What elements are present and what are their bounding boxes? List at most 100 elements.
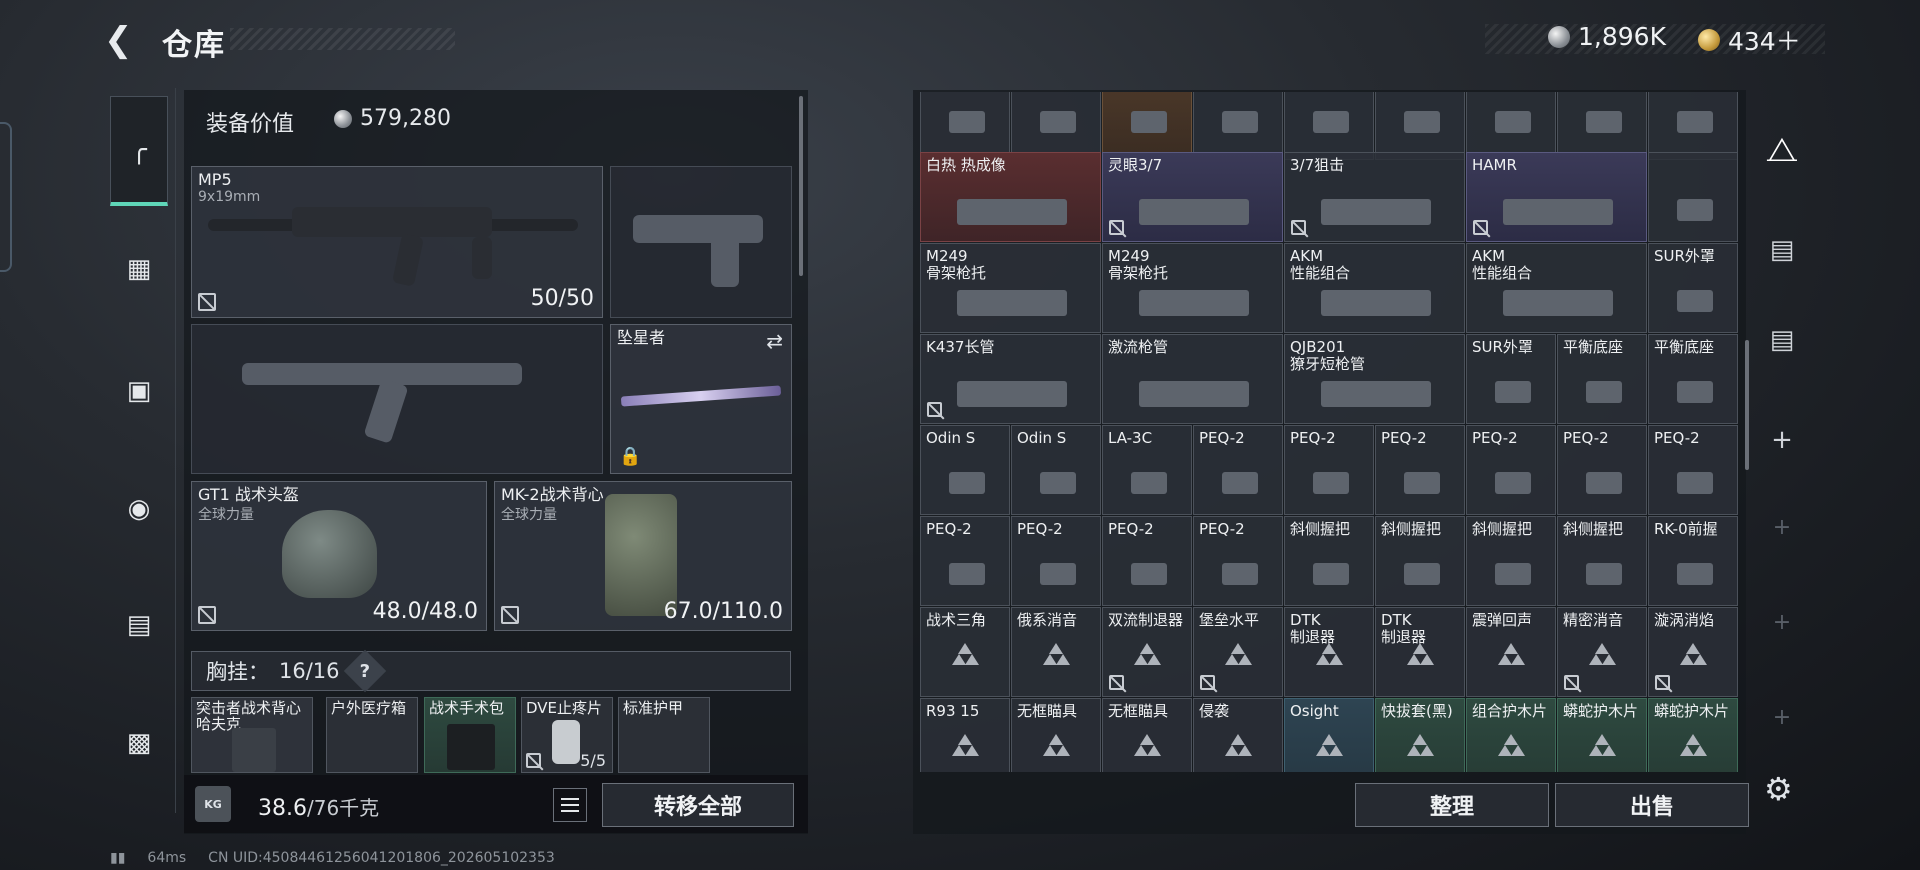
stash-item[interactable]: 俄系消音 [1011,607,1101,697]
stash-item[interactable] [1102,92,1192,160]
item-image [1130,111,1167,133]
stash-item[interactable]: 蟒蛇护木片 [1557,698,1647,772]
stash-item[interactable]: LA-3C [1102,425,1192,515]
stash-item[interactable]: AKM 性能组合 [1466,243,1647,333]
stash-scrollbar[interactable] [1745,340,1749,470]
nav-container-tab[interactable]: ▤ [110,590,168,660]
stash-item[interactable]: 3/7狙击 [1284,152,1465,242]
stash-item[interactable]: 漩涡消焰 [1648,607,1738,697]
chest-item[interactable]: 标准护甲 [618,697,710,773]
nav-helmet-tab[interactable]: ◉ [110,474,168,544]
stash-item[interactable]: 精密消音 [1557,607,1647,697]
stash-item[interactable]: 侵袭 [1193,698,1283,772]
stash-item[interactable] [1284,92,1374,160]
stash-item-name: AKM 性能组合 [1472,247,1533,282]
stash-item[interactable]: PEQ-2 [1102,516,1192,606]
back-arrow-icon[interactable]: ❮ [104,22,140,58]
stash-item[interactable]: 无框瞄具 [1011,698,1101,772]
unidentified-item-icon [1498,733,1525,756]
stash-item[interactable]: 斜侧握把 [1557,516,1647,606]
stash-item[interactable]: PEQ-2 [1284,425,1374,515]
stash-item[interactable]: Odin S [920,425,1010,515]
chest-item[interactable]: DVE止疼片 5/5 [521,697,613,773]
stash-item[interactable]: PEQ-2 [1193,516,1283,606]
stash-item[interactable]: 堡垒水平 [1193,607,1283,697]
stash-item[interactable]: 组合护木片 [1466,698,1556,772]
stash-page-4-tab[interactable]: ▤ [1752,220,1812,280]
stash-item[interactable]: HAMR [1466,152,1647,242]
chest-item[interactable]: 战术手术包 [424,697,516,773]
stash-item[interactable]: M249 骨架枪托 [920,243,1101,333]
unidentified-item-icon [1134,733,1161,756]
stash-item[interactable]: R93 15 [920,698,1010,772]
vest-slot[interactable]: MK-2战术背心 全球力量 67.0/110.0 [494,481,792,631]
sort-button[interactable]: 整理 [1355,783,1549,827]
stash-item[interactable] [1557,92,1647,160]
settings-gear-icon[interactable]: ⚙ [1764,770,1793,808]
stash-item[interactable]: 斜侧握把 [1375,516,1465,606]
stash-item[interactable]: 激流枪管 [1102,334,1283,424]
stash-item[interactable] [1648,152,1738,242]
stash-item[interactable]: QJB201 獠牙短枪管 [1284,334,1465,424]
stash-main-tab[interactable]: ⧍ [1752,120,1812,180]
uninsured-icon [1564,675,1579,690]
add-page-button[interactable]: + [1752,410,1812,470]
stash-item[interactable]: 白热 热成像 [920,152,1101,242]
secondary-weapon-slot-empty[interactable] [191,324,603,474]
stash-item[interactable]: PEQ-2 [1557,425,1647,515]
helmet-slot[interactable]: GT1 战术头盔 全球力量 48.0/48.0 [191,481,487,631]
stash-item[interactable]: 快拔套(黑) [1375,698,1465,772]
chest-item[interactable]: 突击者战术背心 哈夫克 [191,697,313,773]
stash-item[interactable]: 震弹回声 [1466,607,1556,697]
stash-item[interactable]: M249 骨架枪托 [1102,243,1283,333]
stash-item[interactable]: PEQ-2 [1466,425,1556,515]
stash-item[interactable]: RK-0前握 [1648,516,1738,606]
stash-item[interactable]: 灵眼3/7 [1102,152,1283,242]
stash-item[interactable] [1193,92,1283,160]
gold-currency[interactable]: 434＋ [1698,22,1801,58]
stash-item[interactable]: PEQ-2 [1193,425,1283,515]
stash-item[interactable]: 双流制退器 [1102,607,1192,697]
primary-weapon-slot[interactable]: MP5 9x19mm 50/50 [191,166,603,318]
melee-slot[interactable]: 坠星者 ⇄ 🔒 [610,324,792,474]
stash-item[interactable]: SUR外罩 [1466,334,1556,424]
loadout-scrollbar[interactable] [799,96,803,276]
sidearm-slot-empty[interactable] [610,166,792,318]
stash-item[interactable] [1011,92,1101,160]
stash-item[interactable]: Odin S [1011,425,1101,515]
stash-item[interactable] [1466,92,1556,160]
stash-item[interactable] [1648,92,1738,160]
stash-item[interactable]: K437长管 [920,334,1101,424]
stash-item[interactable]: 蟒蛇护木片 [1648,698,1738,772]
swap-icon[interactable]: ⇄ [766,329,783,353]
stash-item[interactable]: PEQ-2 [1375,425,1465,515]
stash-item[interactable]: 无框瞄具 [1102,698,1192,772]
stash-item[interactable] [1375,92,1465,160]
stash-item[interactable]: PEQ-2 [1648,425,1738,515]
help-icon[interactable]: ? [343,649,386,693]
nav-backpack-tab[interactable]: ▣ [110,356,168,426]
nav-armor-tab[interactable]: ▦ [110,234,168,304]
chest-item[interactable]: 户外医疗箱 [326,697,418,773]
stash-item[interactable] [920,92,1010,160]
sell-button[interactable]: 出售 [1555,783,1749,827]
stash-item[interactable]: AKM 性能组合 [1284,243,1465,333]
stash-item[interactable]: 斜侧握把 [1284,516,1374,606]
stash-item[interactable]: DTK 制退器 [1375,607,1465,697]
nav-weapons-tab[interactable]: ╭ [110,96,168,206]
stash-item[interactable]: PEQ-2 [1011,516,1101,606]
stash-item[interactable]: DTK 制退器 [1284,607,1374,697]
stash-item[interactable]: 斜侧握把 [1466,516,1556,606]
stash-item[interactable]: 平衡底座 [1648,334,1738,424]
side-drawer-handle[interactable] [0,122,12,272]
list-view-button[interactable] [553,788,587,822]
stash-item[interactable]: Osight [1284,698,1374,772]
nav-toolbox-tab[interactable]: ▩ [110,708,168,778]
stash-item[interactable]: 战术三角 [920,607,1010,697]
stash-page-4b-tab[interactable]: ▤ [1752,310,1812,370]
transfer-all-button[interactable]: 转移全部 [602,783,794,827]
stash-item[interactable]: SUR外罩 [1648,243,1738,333]
helmet-image [282,510,377,598]
stash-item[interactable]: 平衡底座 [1557,334,1647,424]
stash-item[interactable]: PEQ-2 [920,516,1010,606]
